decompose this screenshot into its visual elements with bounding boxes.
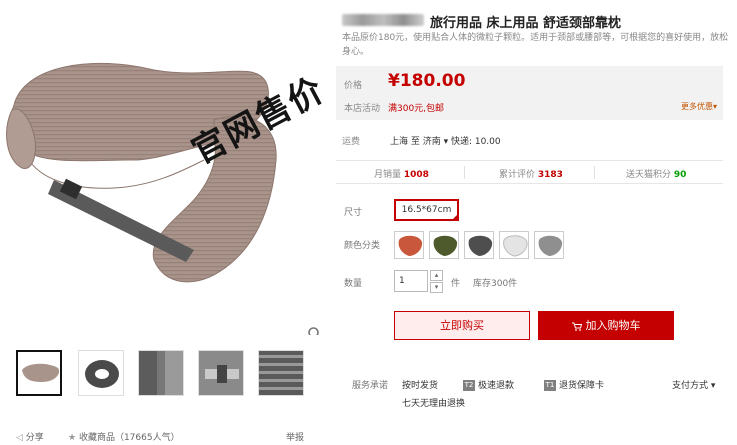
stats-divider xyxy=(464,166,465,179)
chevron-up-icon: ▴ xyxy=(434,271,439,279)
total-reviews[interactable]: 累计评价 3183 xyxy=(499,167,563,180)
quantity-unit: 件 xyxy=(451,279,461,289)
color-swatch-orange[interactable] xyxy=(394,231,424,259)
service-seven-day-return[interactable]: 七天无理由退换 xyxy=(402,396,465,409)
thumbnail-1[interactable] xyxy=(16,350,62,396)
color-swatch-white[interactable] xyxy=(499,231,529,259)
share-link[interactable]: ◁ 分享 xyxy=(16,430,44,443)
share-icon: ◁ xyxy=(16,433,26,443)
quantity-label: 数量 xyxy=(344,279,363,289)
report-link[interactable]: 举报 xyxy=(286,430,304,443)
promo-value: 满300元,包邮 xyxy=(388,104,445,114)
price-label: 价格 xyxy=(344,81,363,91)
promo-label: 本店活动 xyxy=(344,104,381,114)
quantity-increase-button[interactable]: ▴ xyxy=(430,270,443,281)
thumbnail-strip xyxy=(16,350,316,398)
tmall-points: 送天猫积分 90 xyxy=(626,170,687,180)
thumbnail-5[interactable] xyxy=(258,350,304,396)
t1-badge-icon: T1 xyxy=(544,380,556,391)
stock-text: 库存300件 xyxy=(473,279,518,289)
size-label: 尺寸 xyxy=(344,208,363,218)
service-fast-refund[interactable]: T2 极速退款 xyxy=(463,378,514,391)
color-swatch-grey[interactable] xyxy=(534,231,564,259)
buy-now-button[interactable]: 立即购买 xyxy=(394,311,530,340)
color-swatch-charcoal[interactable] xyxy=(464,231,494,259)
service-on-time[interactable]: 按时发货 xyxy=(402,378,438,391)
shipping-route-select[interactable]: 上海 至 济南 ▾ 快递: 10.00 xyxy=(390,134,501,147)
tmall-points-value: 90 xyxy=(673,170,687,180)
blurred-brand xyxy=(342,14,424,26)
star-icon: ★ xyxy=(68,433,79,443)
product-description: 本品原价180元，使用贴合人体的微粒子颗粒。适用于颈部或腰部等，可根据您的喜好使… xyxy=(342,33,729,57)
monthly-sales-value: 1008 xyxy=(403,170,429,180)
selected-check-icon xyxy=(451,213,459,221)
thumbnail-4[interactable] xyxy=(198,350,244,396)
stats-divider xyxy=(594,166,595,179)
price-box: 价格 ¥180.00 本店活动 满300元,包邮 更多优惠▾ xyxy=(336,66,723,120)
add-to-cart-button[interactable]: 加入购物车 xyxy=(538,311,674,340)
size-option-text: 16.5*67cm xyxy=(401,205,452,215)
pillow-illustration xyxy=(6,62,277,283)
shipping-label: 运费 xyxy=(342,137,361,147)
color-label: 颜色分类 xyxy=(344,241,381,251)
color-swatch-olive[interactable] xyxy=(429,231,459,259)
add-to-cart-label: 加入购物车 xyxy=(585,319,641,332)
price-value: ¥180.00 xyxy=(388,71,466,91)
payment-methods-dropdown[interactable]: 支付方式 ▾ xyxy=(672,378,715,391)
more-promos-link[interactable]: 更多优惠▾ xyxy=(681,101,717,112)
thumbnail-3[interactable] xyxy=(138,350,184,396)
cart-icon xyxy=(571,322,582,331)
product-title: 旅行用品 床上用品 舒适颈部靠枕 xyxy=(430,16,622,31)
share-bar: ◁ 分享 ★ 收藏商品（17665人气） 举报 xyxy=(16,430,316,444)
t2-badge-icon: T2 xyxy=(463,380,475,391)
service-label: 服务承诺 xyxy=(352,381,389,391)
favorite-link[interactable]: ★ 收藏商品（17665人气） xyxy=(68,430,180,443)
quantity-input[interactable]: 1 xyxy=(394,270,428,292)
sales-stats: 月销量 1008 累计评价 3183 送天猫积分 90 xyxy=(336,160,723,184)
chevron-down-icon: ▾ xyxy=(434,283,439,291)
magnifier-icon[interactable] xyxy=(307,326,323,335)
service-return-card[interactable]: T1 退货保障卡 xyxy=(544,378,604,391)
thumbnail-2[interactable] xyxy=(78,350,124,396)
size-option-selected[interactable]: 16.5*67cm xyxy=(394,199,459,221)
product-main-image[interactable]: 官网售价 xyxy=(4,10,324,335)
total-reviews-value: 3183 xyxy=(537,170,563,180)
monthly-sales: 月销量 1008 xyxy=(374,170,429,180)
quantity-decrease-button[interactable]: ▾ xyxy=(430,282,443,293)
